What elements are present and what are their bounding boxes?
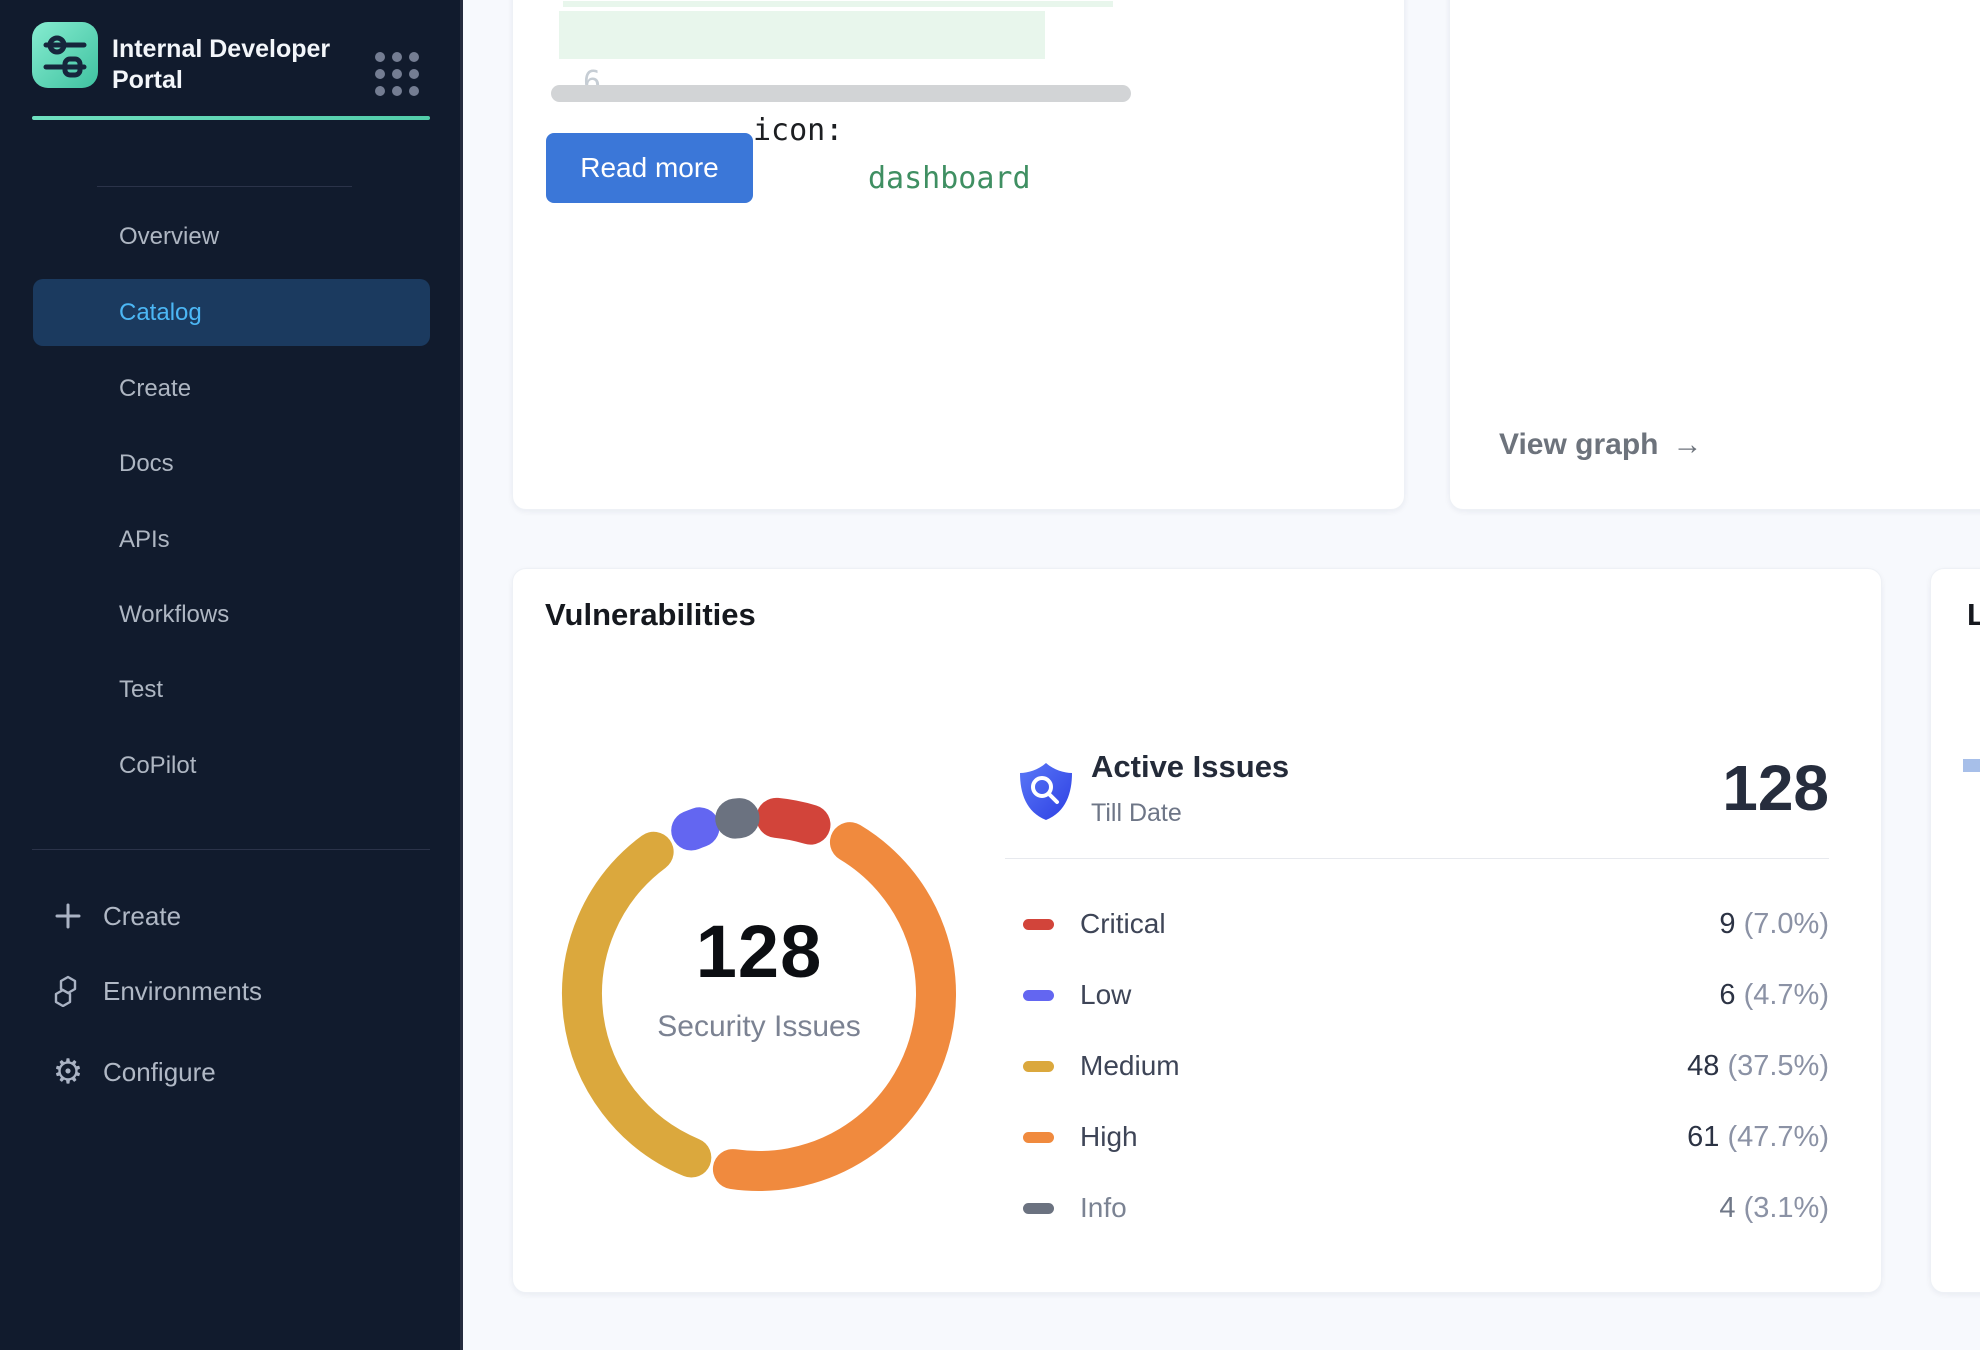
legend-row-info: Info 4 (3.1%) [1005, 1188, 1829, 1228]
legend-row-low: Low 6 (4.7%) [1005, 975, 1829, 1015]
donut-segment-critical [776, 818, 810, 825]
legend-swatch-medium [1023, 1061, 1054, 1072]
donut-segment-info [735, 818, 739, 819]
code-key: icon: [753, 107, 843, 155]
arrow-right-icon: → [1673, 428, 1703, 462]
legend-value: 61 (47.7%) [1687, 1121, 1829, 1154]
active-issues-subtitle: Till Date [1091, 799, 1182, 828]
card-title: Vulnerabilities [545, 597, 756, 633]
donut-total-value: 128 [539, 909, 979, 994]
apps-grid-icon[interactable] [375, 52, 421, 98]
read-more-button[interactable]: Read more [546, 133, 753, 203]
sidebar-item-create[interactable]: Create [33, 361, 430, 417]
brand-underline [32, 116, 430, 120]
legend-row-medium: Medium 48 (37.5%) [1005, 1046, 1829, 1086]
sidebar-item-test[interactable]: Test [33, 662, 430, 718]
sidebar-footer-label: Configure [103, 1057, 216, 1088]
code-line: 6 icon: dashboard [559, 11, 1045, 59]
view-graph-link[interactable]: View graph → [1499, 428, 1703, 462]
divider [1005, 858, 1829, 859]
active-issues-title: Active Issues [1091, 749, 1289, 785]
sidebar-footer-label: Environments [103, 976, 262, 1007]
sidebar-item-apis[interactable]: APIs [33, 512, 430, 568]
legend-swatch-critical [1023, 919, 1054, 930]
legend-value: 4 (3.1%) [1719, 1192, 1829, 1225]
legend-swatch-low [1023, 990, 1054, 1001]
legend-label: Info [1080, 1192, 1127, 1224]
legend-value: 6 (4.7%) [1719, 979, 1829, 1012]
shield-search-icon [1016, 760, 1076, 822]
sidebar-item-copilot[interactable]: CoPilot [33, 738, 430, 794]
donut-segment-low [691, 827, 699, 830]
view-graph-label: View graph [1499, 428, 1659, 462]
legend-label: Critical [1080, 908, 1166, 940]
sidebar-divider [32, 849, 430, 850]
sidebar-footer-item-configure[interactable]: ⚙ Configure [0, 1044, 463, 1100]
sidebar: Internal Developer Portal Overview Catalo… [0, 0, 463, 1350]
legend-label: Medium [1080, 1050, 1180, 1082]
partial-bar-fragment [1963, 759, 1980, 772]
active-issues-total: 128 [1517, 751, 1829, 825]
partial-card-title: L [1967, 597, 1980, 633]
legend-value: 9 (7.0%) [1719, 908, 1829, 941]
sidebar-footer-item-create[interactable]: Create [0, 888, 463, 944]
code-value: dashboard [868, 155, 1031, 203]
gear-icon: ⚙ [52, 1056, 84, 1088]
hexagons-icon [52, 975, 84, 1007]
code-line-partial [563, 1, 1113, 7]
partial-card: L [1930, 568, 1980, 1293]
legend-row-critical: Critical 9 (7.0%) [1005, 904, 1829, 944]
horizontal-scrollbar[interactable] [551, 85, 1131, 102]
sidebar-item-docs[interactable]: Docs [33, 436, 430, 492]
legend-label: High [1080, 1121, 1138, 1153]
legend-swatch-high [1023, 1132, 1054, 1143]
app-title: Internal Developer Portal [112, 34, 330, 96]
sidebar-footer-label: Create [103, 901, 181, 932]
sidebar-footer-item-environments[interactable]: Environments [0, 963, 463, 1019]
sidebar-item-workflows[interactable]: Workflows [33, 587, 430, 643]
legend-label: Low [1080, 979, 1131, 1011]
plus-icon [52, 900, 84, 932]
graph-card: View graph → [1449, 0, 1980, 510]
docs-preview-card: 6 icon: dashboard Read more [512, 0, 1405, 510]
legend-row-high: High 61 (47.7%) [1005, 1117, 1829, 1157]
sidebar-item-catalog[interactable]: Catalog [33, 279, 430, 346]
donut-center-label: Security Issues [539, 1010, 979, 1044]
legend-swatch-info [1023, 1203, 1054, 1214]
donut-center: 128 Security Issues [539, 909, 979, 1044]
legend-value: 48 (37.5%) [1687, 1050, 1829, 1083]
app-logo-icon[interactable] [32, 22, 98, 88]
sidebar-item-overview[interactable]: Overview [33, 209, 430, 265]
vulnerabilities-card: Vulnerabilities 128 Security Issues Acti… [512, 568, 1882, 1293]
sidebar-divider [97, 186, 352, 187]
